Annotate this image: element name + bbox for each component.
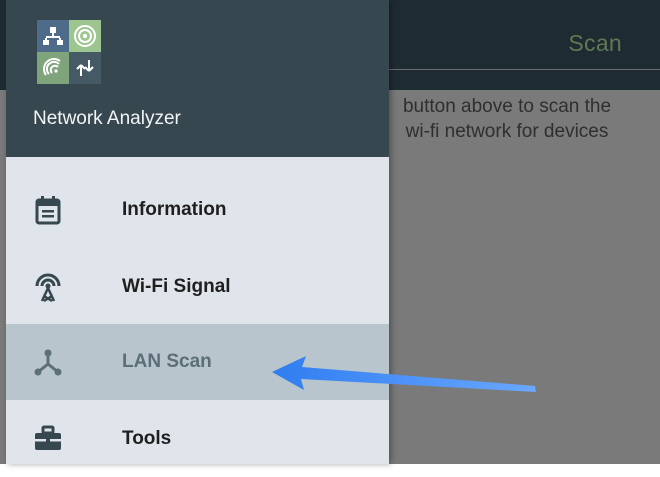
scan-hint-line: button above to scan the xyxy=(402,96,612,117)
antenna-icon xyxy=(30,269,66,305)
target-icon xyxy=(69,20,101,52)
scan-button[interactable]: Scan xyxy=(568,30,622,57)
app-logo xyxy=(37,20,101,84)
nav-item-label: Information xyxy=(122,199,227,220)
lan-icon xyxy=(37,20,69,52)
scan-hint-text: button above to scan the wi-fi network f… xyxy=(372,94,642,144)
calendar-icon xyxy=(30,192,66,228)
nav-item-label: LAN Scan xyxy=(122,351,212,372)
scan-hint-line: wi-fi network for devices xyxy=(405,121,609,142)
drawer-header: Network Analyzer xyxy=(6,0,389,157)
nav-item-information[interactable]: Information xyxy=(6,172,389,248)
toolbox-icon xyxy=(30,421,66,457)
nav-item-label: Tools xyxy=(122,428,172,449)
nav-item-tools[interactable]: Tools xyxy=(6,401,389,477)
transfer-icon xyxy=(69,52,101,84)
lan-icon xyxy=(30,344,66,380)
app-name: Network Analyzer xyxy=(33,108,181,129)
nav-item-label: Wi-Fi Signal xyxy=(122,276,231,297)
navigation-drawer: Network Analyzer Information Wi-Fi Signa… xyxy=(6,0,389,464)
divider xyxy=(388,69,660,70)
nav-item-lan-scan[interactable]: LAN Scan xyxy=(6,324,389,400)
wifi-signal-icon xyxy=(37,52,69,84)
nav-item-wifi-signal[interactable]: Wi-Fi Signal xyxy=(6,249,389,325)
